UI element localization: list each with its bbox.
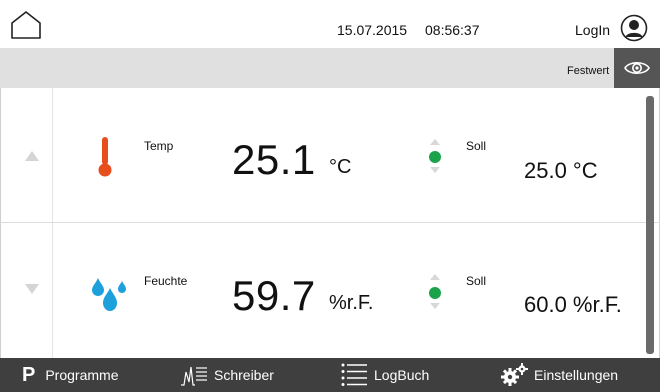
humidity-unit: %r.F. [329,292,374,314]
gears-icon [501,363,528,386]
mode-strip [0,48,660,88]
nav-schreiber-label: Schreiber [214,367,274,383]
status-indicator [429,287,441,299]
nav-programme[interactable]: P Programme [22,358,118,392]
nav-einstellungen[interactable]: Einstellungen [500,358,618,392]
eye-icon [624,61,650,75]
temp-value: 25.1 [232,136,316,183]
current-time: 08:56:37 [425,22,480,38]
temp-setpoint-value[interactable]: 25.0 °C [524,158,598,184]
nav-programme-label: Programme [45,367,119,383]
water-drops-icon [92,278,126,311]
user-icon[interactable] [620,14,648,42]
scrollbar[interactable] [646,96,654,354]
setpoint-up-icon[interactable] [430,274,440,280]
home-icon[interactable] [10,10,42,40]
setpoint-up-icon[interactable] [430,139,440,145]
nav-logbuch-label: LogBuch [374,367,430,383]
setpoint-label: Soll [466,274,487,288]
humidity-value: 59.7 [232,272,316,319]
mode-label: Festwert [567,65,610,77]
thermometer-icon [98,137,112,177]
humidity-label: Feuchte [144,274,188,288]
bottom-nav-bar: P Programme Schreiber LogBuch Einstellun… [0,358,660,392]
row-divider [0,222,660,223]
status-indicator [429,151,441,163]
scroll-up-arrow-icon[interactable] [25,151,39,161]
setpoint-down-icon[interactable] [430,303,440,309]
programme-icon: P [22,363,36,386]
setpoint-down-icon[interactable] [430,167,440,173]
scroll-down-arrow-icon[interactable] [25,284,39,294]
nav-schreiber[interactable]: Schreiber [180,358,274,392]
current-date: 15.07.2015 [337,22,408,38]
setpoint-label: Soll [466,139,487,153]
humidity-setpoint-value[interactable]: 60.0 %r.F. [524,292,622,318]
chart-recorder-icon [181,366,207,386]
left-column-divider [52,88,53,358]
list-icon [341,363,367,386]
login-label[interactable]: LogIn [575,22,610,38]
view-toggle-button[interactable] [614,48,660,88]
nav-einstellungen-label: Einstellungen [534,367,619,383]
nav-logbuch[interactable]: LogBuch [340,358,429,392]
temp-label: Temp [144,139,174,153]
top-bar: 15.07.2015 08:56:37 LogIn [0,0,660,48]
temp-unit: °C [329,156,352,178]
